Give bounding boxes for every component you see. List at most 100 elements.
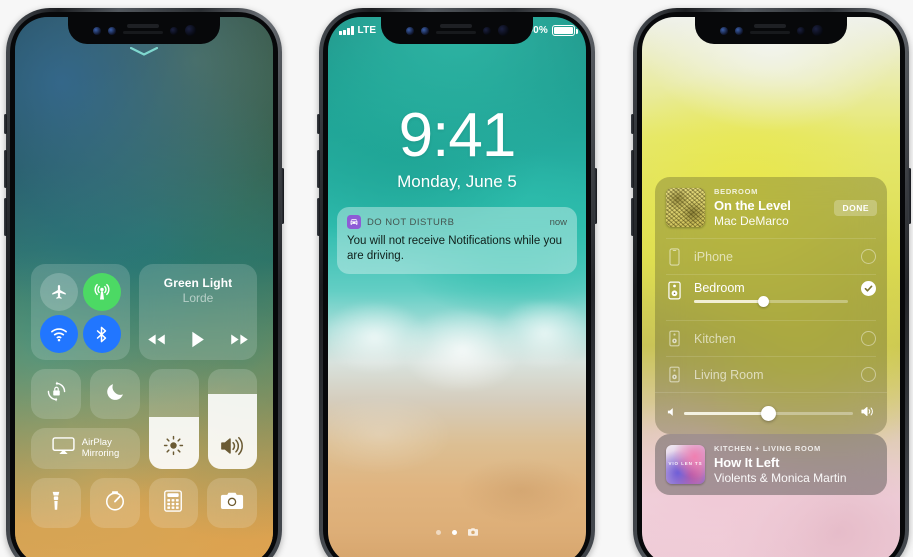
notification-banner[interactable]: DO NOT DISTURB now You will not receive … — [337, 207, 577, 275]
earpiece-speaker-icon — [435, 24, 476, 37]
power-button[interactable] — [594, 168, 597, 224]
moon-icon — [105, 381, 126, 407]
page-indicator — [328, 523, 586, 541]
front-camera-icon — [92, 26, 101, 35]
airplane-icon — [50, 283, 68, 301]
chevron-down-icon[interactable] — [130, 47, 158, 56]
earpiece-speaker-icon — [749, 24, 790, 37]
second-card-meta: KITCHEN + LIVING ROOM How It Left Violen… — [714, 444, 877, 485]
second-card-room-label: KITCHEN + LIVING ROOM — [714, 444, 821, 453]
phone-screen: BEDROOM On the Level Mac DeMarco DONE iP… — [642, 17, 900, 557]
flood-illuminator-icon — [107, 26, 116, 35]
notch — [68, 17, 220, 44]
do-not-disturb-button[interactable] — [90, 369, 140, 419]
mute-switch[interactable] — [317, 114, 320, 134]
page-dot[interactable] — [436, 529, 441, 535]
timer-icon — [104, 490, 126, 517]
airplay-device-volume-slider[interactable] — [694, 296, 848, 307]
now-playing-panel[interactable]: Green Light Lorde — [139, 264, 257, 360]
airplay-room-label: BEDROOM — [714, 187, 759, 196]
transport-controls — [147, 331, 249, 350]
speaker-icon — [666, 330, 683, 347]
airplay-device-radio[interactable] — [861, 331, 876, 346]
earpiece-speaker-icon — [122, 24, 163, 37]
battery-full-icon — [552, 25, 578, 36]
master-volume-slider[interactable] — [684, 405, 853, 421]
volume-down-button[interactable] — [4, 198, 7, 236]
lock-screen-date: Monday, June 5 — [397, 172, 517, 191]
control-center-row-bottom — [31, 478, 257, 528]
camera-icon — [220, 491, 244, 516]
speaker-low-icon — [667, 404, 676, 422]
airplay-device-radio[interactable] — [861, 367, 876, 382]
volume-slider[interactable] — [207, 369, 257, 469]
play-icon[interactable] — [191, 331, 205, 348]
camera-icon[interactable] — [468, 523, 478, 541]
now-playing-artist: Lorde — [182, 291, 214, 305]
master-volume-control — [655, 392, 887, 434]
airplay-device-row-bedroom[interactable]: Bedroom — [666, 274, 876, 320]
mute-switch[interactable] — [631, 114, 634, 134]
airplay-mirroring-label: AirPlay Mirroring — [81, 436, 119, 459]
done-button[interactable]: DONE — [834, 199, 877, 216]
volume-down-button[interactable] — [317, 198, 320, 236]
control-center-row-top: Green Light Lorde — [31, 264, 257, 360]
toggles-and-airplay-column: AirPlay Mirroring — [31, 369, 140, 469]
notification-app-name: DO NOT DISTURB — [367, 216, 455, 228]
fast-forward-icon[interactable] — [230, 333, 249, 346]
lock-screen-time: 9:41 — [398, 101, 517, 170]
rotation-lock-button[interactable] — [31, 369, 81, 419]
volume-down-button[interactable] — [631, 198, 634, 236]
wifi-toggle[interactable] — [40, 315, 79, 353]
phone-screen: LTE 100% 9:41 Monday, June 5 DO NOT DIST… — [328, 17, 586, 557]
airplay-label-line1: AirPlay — [81, 436, 112, 448]
notification-timestamp: now — [549, 216, 567, 228]
airplay-mirroring-button[interactable]: AirPlay Mirroring — [31, 428, 140, 469]
dot-projector-icon — [497, 25, 509, 36]
page-dot-active[interactable] — [452, 529, 457, 535]
now-playing-title: Green Light — [163, 276, 233, 290]
airplay-now-playing-header: BEDROOM On the Level Mac DeMarco DONE — [655, 177, 887, 238]
camera-button[interactable] — [207, 478, 257, 528]
airplay-device-radio[interactable] — [861, 249, 876, 264]
rewind-icon[interactable] — [147, 333, 166, 346]
volume-up-button[interactable] — [631, 150, 634, 188]
flashlight-button[interactable] — [31, 478, 81, 528]
volume-up-button[interactable] — [4, 150, 7, 188]
volume-up-button[interactable] — [317, 150, 320, 188]
wifi-icon — [49, 324, 69, 344]
bluetooth-icon — [92, 325, 111, 344]
phone-airplay-picker: BEDROOM On the Level Mac DeMarco DONE iP… — [631, 8, 911, 557]
brightness-sun-icon — [149, 435, 199, 456]
mute-switch[interactable] — [4, 114, 7, 134]
cellular-data-toggle[interactable] — [82, 273, 121, 311]
calculator-icon — [163, 489, 183, 517]
speaker-high-icon — [861, 404, 875, 422]
airplay-device-row-iphone[interactable]: iPhone — [666, 238, 876, 274]
speaker-icon — [666, 281, 683, 300]
airplay-device-label: Bedroom — [694, 281, 745, 295]
airplay-device-row-living-room[interactable]: Living Room — [666, 356, 876, 392]
airplay-device-radio-selected[interactable] — [861, 281, 876, 296]
car-icon — [347, 215, 361, 229]
brightness-slider[interactable] — [149, 369, 199, 469]
airplay-device-row-kitchen[interactable]: Kitchen — [666, 320, 876, 356]
power-button[interactable] — [908, 168, 911, 224]
airplane-mode-toggle[interactable] — [40, 273, 79, 311]
power-button[interactable] — [281, 168, 284, 224]
speaker-icon — [666, 366, 683, 383]
airplay-song-title: On the Level — [714, 198, 791, 213]
control-center-grid: Green Light Lorde AirPlay Mirroring — [31, 264, 257, 528]
timer-button[interactable] — [89, 478, 140, 528]
screenshot-stage: Green Light Lorde AirPlay Mirroring LTE … — [0, 0, 913, 557]
calculator-button[interactable] — [148, 478, 199, 528]
airplay-card: BEDROOM On the Level Mac DeMarco DONE iP… — [655, 177, 887, 434]
rotation-lock-icon — [45, 380, 68, 408]
notch — [695, 17, 847, 44]
iphone-icon — [666, 247, 683, 266]
bluetooth-toggle[interactable] — [82, 315, 121, 353]
airplay-screen-icon — [52, 437, 75, 460]
album-art — [666, 188, 705, 227]
dot-projector-icon — [811, 25, 823, 36]
airplay-second-room-card[interactable]: VIO LEN TS KITCHEN + LIVING ROOM How It … — [655, 434, 887, 495]
